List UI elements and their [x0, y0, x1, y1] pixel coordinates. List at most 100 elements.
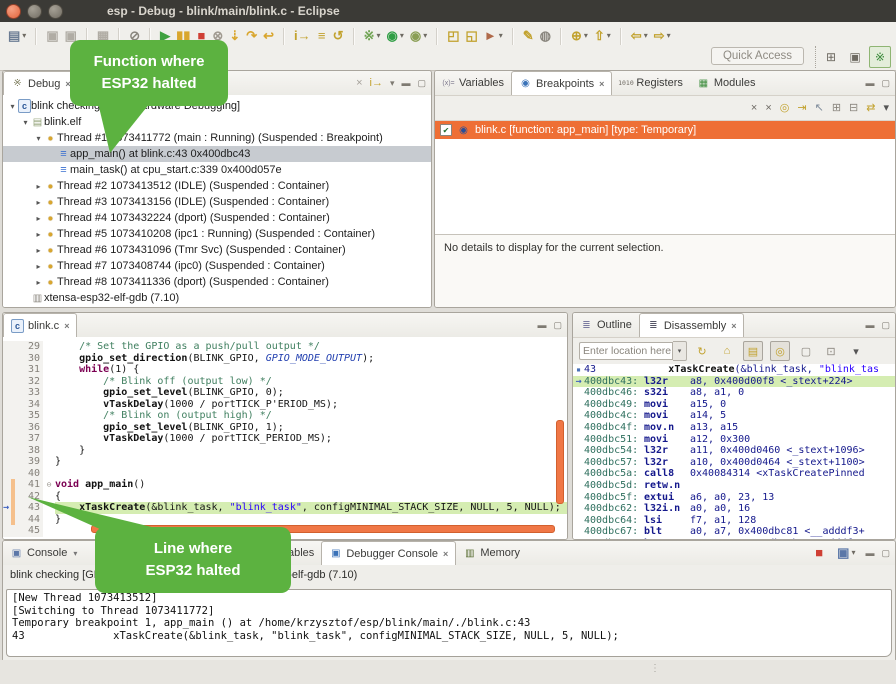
- expand-arrow-icon[interactable]: ▸: [33, 262, 44, 271]
- launch-icon[interactable]: ► ▾: [484, 28, 503, 44]
- dropdown-caret-icon[interactable]: ▾: [423, 28, 427, 44]
- tab-debug[interactable]: Debug ×: [3, 71, 79, 95]
- disassembly-line[interactable]: 400dbc57: l32r a10, 0x400d0464 <_stext+1…: [573, 457, 895, 469]
- tab-breakpoints[interactable]: Breakpoints ×: [511, 71, 612, 95]
- go-to-file-icon[interactable]: ⇥: [797, 103, 806, 114]
- remove-breakpoint-icon[interactable]: ×: [751, 103, 757, 114]
- close-tab-icon[interactable]: ×: [64, 321, 69, 331]
- tab-menu-icon[interactable]: ▾: [73, 549, 77, 558]
- tab-memory[interactable]: Memory × ▾: [456, 541, 527, 565]
- step-return-icon[interactable]: ↩ ▾: [263, 28, 274, 44]
- tree-item[interactable]: ▾ Thread #1 1073411772 (main : Running) …: [3, 130, 431, 146]
- remove-all-breakpoints-icon[interactable]: ×: [765, 103, 771, 114]
- dropdown-caret-icon[interactable]: ▾: [400, 28, 404, 44]
- fold-toggle-icon[interactable]: [43, 445, 55, 457]
- line-number[interactable]: 41: [15, 479, 43, 491]
- line-number[interactable]: 31: [15, 364, 43, 376]
- close-tab-icon[interactable]: ×: [443, 549, 448, 559]
- view-menu-icon[interactable]: ▾: [390, 79, 395, 88]
- tree-item[interactable]: xtensa-esp32-elf-gdb (7.10): [3, 290, 431, 306]
- expand-all-icon[interactable]: ⊞: [832, 103, 841, 114]
- code-line[interactable]: 37 vTaskDelay(1000 / portTICK_PERIOD_MS)…: [3, 433, 567, 445]
- code-line[interactable]: 33 gpio_set_level(BLINK_GPIO, 0);: [3, 387, 567, 399]
- open-perspective-icon[interactable]: ⊞: [821, 47, 841, 67]
- tree-item[interactable]: ▸ Thread #8 1073411336 (dport) (Suspende…: [3, 274, 431, 290]
- tree-item[interactable]: ▸ Thread #5 1073410208 (ipc1 : Running) …: [3, 226, 431, 242]
- expand-arrow-icon[interactable]: ▸: [33, 230, 44, 239]
- line-number[interactable]: 39: [15, 456, 43, 468]
- open-new-view-icon[interactable]: ▢: [797, 342, 815, 360]
- forward-icon[interactable]: ⇨ ▾: [654, 28, 671, 44]
- expand-arrow-icon[interactable]: ▸: [33, 198, 44, 207]
- expand-arrow-icon[interactable]: ▸: [33, 246, 44, 255]
- code-line[interactable]: 36 gpio_set_level(BLINK_GPIO, 1);: [3, 422, 567, 434]
- pin-icon[interactable]: ⊡: [822, 342, 840, 360]
- view-menu-icon[interactable]: ▾: [847, 342, 865, 360]
- console-output[interactable]: [New Thread 1073413512][Switching to Thr…: [6, 589, 892, 657]
- remove-all-terminated-icon[interactable]: ×: [356, 78, 362, 89]
- minimize-icon[interactable]: ▬: [537, 321, 546, 330]
- window-maximize-button[interactable]: [48, 4, 63, 19]
- tree-item[interactable]: ▸ Thread #2 1073413512 (IDLE) (Suspended…: [3, 178, 431, 194]
- last-edit-location-icon[interactable]: ⇧ ▾: [594, 28, 611, 44]
- back-icon[interactable]: ⇦ ▾: [631, 28, 648, 44]
- dropdown-caret-icon[interactable]: ▾: [607, 28, 611, 44]
- tree-item[interactable]: app_main() at blink.c:43 0x400dbc43: [3, 146, 431, 162]
- tree-item[interactable]: ▾ blink.elf: [3, 114, 431, 130]
- minimize-icon[interactable]: ▬: [401, 79, 410, 88]
- disassembly-listing[interactable]: 43 xTaskCreate(&blink_task, "blink_tas 4…: [573, 364, 895, 539]
- tree-item[interactable]: ▸ Thread #3 1073413156 (IDLE) (Suspended…: [3, 194, 431, 210]
- tab-outline[interactable]: Outline ×: [573, 313, 639, 337]
- new-project-icon[interactable]: ◰ ▾: [447, 28, 459, 44]
- expand-arrow-icon[interactable]: ▾: [20, 118, 31, 127]
- code-line[interactable]: 40: [3, 468, 567, 480]
- code-line[interactable]: 39 }: [3, 456, 567, 468]
- display-selected-console-icon[interactable]: ▣ ▾: [837, 545, 855, 561]
- fold-toggle-icon[interactable]: [43, 376, 55, 388]
- fold-toggle-icon[interactable]: [43, 387, 55, 399]
- dropdown-caret-icon[interactable]: ▾: [376, 28, 380, 44]
- disassembly-line[interactable]: 400dbc54: l32r a11, 0x400d0460 <_stext+1…: [573, 445, 895, 457]
- maximize-icon[interactable]: ▢: [881, 549, 890, 558]
- skip-all-breakpoints-icon[interactable]: ↖: [815, 103, 824, 114]
- expand-arrow-icon[interactable]: ▸: [33, 214, 44, 223]
- window-close-button[interactable]: [6, 4, 21, 19]
- line-number[interactable]: 29: [15, 341, 43, 353]
- line-number[interactable]: 30: [15, 353, 43, 365]
- line-number[interactable]: 37: [15, 433, 43, 445]
- disassembly-line[interactable]: 400dbc64: lsi f7, a1, 128: [573, 515, 895, 527]
- disassembly-line[interactable]: 400dbc4c: movi a14, 5: [573, 410, 895, 422]
- cpp-perspective-icon[interactable]: ▣: [845, 47, 865, 67]
- step-over-icon[interactable]: ↷ ▾: [246, 28, 257, 44]
- fold-toggle-icon[interactable]: [43, 353, 55, 365]
- disassembly-line[interactable]: 400dbc4f: mov.n a13, a15: [573, 422, 895, 434]
- home-icon[interactable]: ⌂: [718, 342, 736, 360]
- tab-variables[interactable]: Variables ×: [435, 71, 511, 95]
- dropdown-caret-icon[interactable]: ▾: [644, 28, 648, 44]
- disassembly-line[interactable]: 43 xTaskCreate(&blink_task, "blink_tas: [573, 364, 895, 376]
- location-combo-input[interactable]: Enter location here: [579, 342, 673, 360]
- disassembly-line[interactable]: 400dbc46: s32i a8, a1, 0: [573, 387, 895, 399]
- world-icon[interactable]: ◍ ▾: [540, 28, 551, 44]
- minimize-icon[interactable]: ▬: [865, 549, 874, 558]
- disassembly-line[interactable]: 400dbc51: movi a12, 0x300: [573, 434, 895, 446]
- code-line[interactable]: 29 /* Set the GPIO as a push/pull output…: [3, 341, 567, 353]
- instruction-stepping-icon[interactable]: i→: [370, 78, 383, 89]
- code-line[interactable]: 41 void app_main(): [3, 479, 567, 491]
- dropdown-caret-icon[interactable]: ▾: [584, 28, 588, 44]
- link-with-debug-icon[interactable]: ⇄: [866, 103, 875, 114]
- line-number[interactable]: 40: [15, 468, 43, 480]
- open-project-icon[interactable]: ◱ ▾: [466, 28, 478, 44]
- window-minimize-button[interactable]: [27, 4, 42, 19]
- close-tab-icon[interactable]: ×: [731, 321, 736, 331]
- restart-icon[interactable]: ↺ ▾: [333, 28, 344, 44]
- tab-console[interactable]: Console × ▾: [3, 541, 84, 565]
- fold-toggle-icon[interactable]: [43, 399, 55, 411]
- fold-toggle-icon[interactable]: [43, 410, 55, 422]
- fold-toggle-icon[interactable]: [43, 479, 55, 491]
- tab-registers[interactable]: Registers ×: [612, 71, 689, 95]
- expand-arrow-icon[interactable]: ▾: [33, 134, 44, 143]
- disassembly-line[interactable]: 400dbc5a: call8 0x40084314 <xTaskCreateP…: [573, 468, 895, 480]
- quick-access-button[interactable]: Quick Access: [711, 47, 804, 65]
- sash-handle[interactable]: ⋮: [650, 663, 660, 674]
